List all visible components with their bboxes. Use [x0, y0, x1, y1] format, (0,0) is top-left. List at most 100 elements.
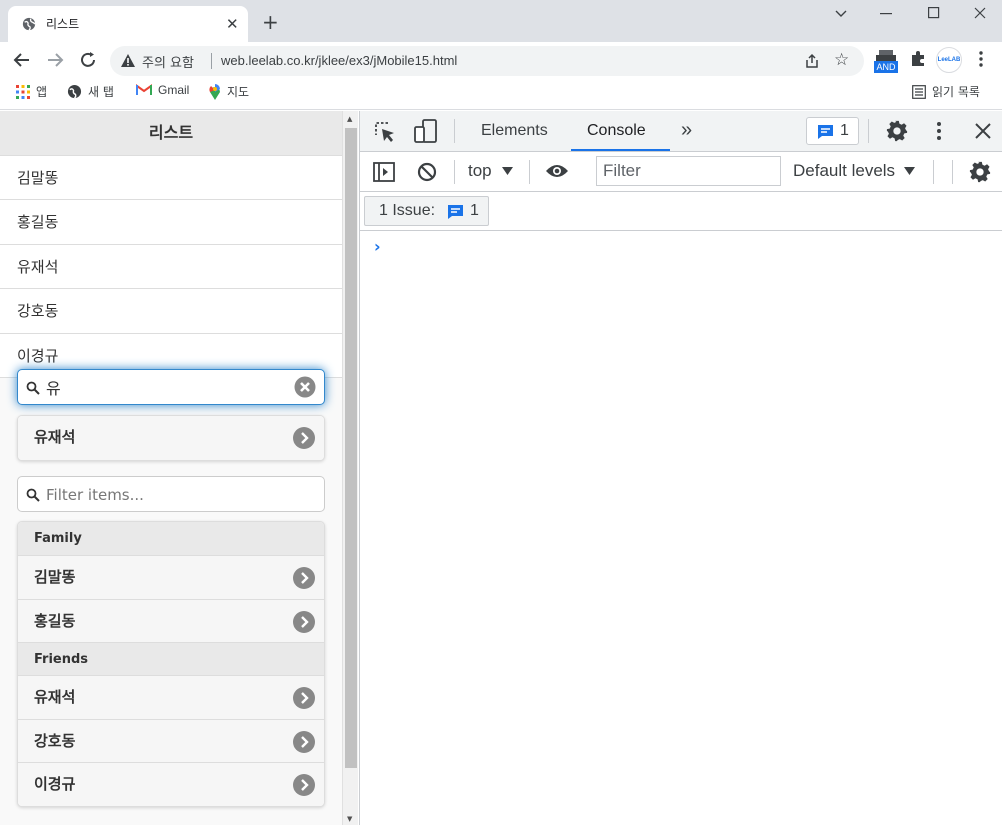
- inspect-element-icon[interactable]: [374, 121, 396, 143]
- close-window-icon[interactable]: [974, 7, 986, 19]
- grouped-list: Family 김말똥 홍길동 Friends 유재석 강호동 이경규: [17, 521, 325, 807]
- list-item[interactable]: 유재석: [18, 675, 324, 719]
- devtools-tabbar: Elements Console » 1: [360, 111, 1002, 152]
- clear-console-icon[interactable]: [417, 162, 437, 182]
- issues-count: 1: [840, 122, 849, 139]
- separator: [868, 119, 869, 143]
- list-divider: Friends: [18, 642, 324, 676]
- list-item[interactable]: 김말똥: [18, 555, 324, 599]
- sidebar-toggle-icon[interactable]: [373, 162, 395, 182]
- new-tab-button[interactable]: +: [262, 12, 279, 32]
- console-filter-input[interactable]: [603, 158, 773, 184]
- log-levels-dropdown[interactable]: Default levels: [793, 161, 916, 181]
- reading-list[interactable]: 읽기 목록: [912, 83, 980, 100]
- console-filter-field[interactable]: [596, 156, 781, 186]
- warning-icon[interactable]: [120, 53, 136, 69]
- issues-counter-button[interactable]: 1: [806, 117, 859, 145]
- bookmark-label: 지도: [227, 85, 250, 99]
- tab-console[interactable]: Console: [587, 122, 646, 140]
- bookmarks-bar: 앱 새 탭 Gmail 지도 읽기 목록: [0, 78, 1002, 110]
- tab-title: 리스트: [46, 17, 80, 31]
- apps-grid-icon: [16, 84, 30, 99]
- message-icon: [818, 125, 833, 139]
- arrow-right-icon: [293, 610, 315, 633]
- and-extension-icon[interactable]: AND: [874, 48, 898, 74]
- list-item-label: 유재석: [34, 428, 76, 446]
- list-item-label: 홍길동: [34, 611, 76, 630]
- share-icon[interactable]: [804, 53, 820, 69]
- extensions-puzzle-icon[interactable]: [909, 50, 927, 68]
- bookmark-label: 새 탭: [88, 85, 114, 99]
- menu-kebab-icon[interactable]: [978, 50, 984, 68]
- plain-list: 김말똥 홍길동 유재석 강호동 이경규: [0, 156, 342, 378]
- bookmark-star-icon[interactable]: ☆: [834, 51, 849, 69]
- filter-field[interactable]: [17, 476, 325, 512]
- device-toolbar-icon[interactable]: [414, 119, 438, 143]
- scroll-down-icon[interactable]: ▼: [347, 815, 352, 823]
- separator: [529, 160, 530, 184]
- list-item[interactable]: 홍길동: [18, 598, 324, 643]
- arrow-right-icon: [293, 774, 315, 797]
- bookmark-apps[interactable]: 앱: [16, 83, 47, 100]
- list-item-label: 유재석: [34, 688, 76, 707]
- scrollbar-thumb[interactable]: [345, 128, 357, 768]
- bookmark-label: 앱: [36, 85, 48, 99]
- tab-elements[interactable]: Elements: [481, 122, 548, 140]
- settings-gear-icon[interactable]: [886, 120, 908, 142]
- list-item[interactable]: 유재석: [0, 244, 342, 290]
- list-item-label: 이경규: [34, 775, 76, 794]
- clear-icon[interactable]: [294, 376, 316, 398]
- issues-button[interactable]: 1 Issue: 1: [364, 196, 489, 226]
- bookmark-gmail[interactable]: Gmail: [136, 83, 189, 97]
- devtools-menu-kebab-icon[interactable]: [936, 121, 942, 141]
- search-input[interactable]: [46, 374, 286, 400]
- filter-input[interactable]: [46, 481, 286, 507]
- list-item[interactable]: 김말똥: [0, 156, 342, 201]
- console-settings-gear-icon[interactable]: [969, 161, 991, 183]
- separator: [933, 160, 934, 184]
- list-item[interactable]: 강호동: [18, 718, 324, 763]
- list-item[interactable]: 이경규: [18, 762, 324, 806]
- address-bar[interactable]: 주의 요함 web.leelab.co.kr/jklee/ex3/jMobile…: [110, 46, 864, 76]
- eye-icon[interactable]: [545, 163, 569, 179]
- arrow-right-icon: [293, 427, 315, 449]
- list-item[interactable]: 강호동: [0, 289, 342, 334]
- page-scrollbar[interactable]: ▲ ▼: [342, 111, 358, 825]
- more-tabs-icon[interactable]: »: [681, 119, 692, 142]
- bookmark-new-tab[interactable]: 새 탭: [67, 83, 114, 100]
- separator: [952, 160, 953, 184]
- minimize-icon[interactable]: [880, 13, 894, 15]
- reload-icon[interactable]: [78, 50, 98, 70]
- tab-search-icon[interactable]: [834, 8, 848, 18]
- close-tab-icon[interactable]: ✕: [226, 15, 239, 33]
- dropdown-arrow-icon: [501, 167, 513, 175]
- gmail-icon: [136, 84, 152, 95]
- security-label[interactable]: 주의 요함: [142, 52, 194, 71]
- close-devtools-icon[interactable]: [975, 123, 991, 139]
- list-item[interactable]: 유재석: [18, 416, 324, 460]
- arrow-right-icon: [293, 687, 315, 710]
- scroll-up-icon[interactable]: ▲: [347, 115, 352, 123]
- globe-icon: [22, 17, 36, 31]
- back-icon[interactable]: [12, 50, 32, 70]
- console-prompt[interactable]: ›: [374, 237, 381, 256]
- levels-label: Default levels: [793, 161, 896, 180]
- list-item[interactable]: 홍길동: [0, 200, 342, 245]
- url-text[interactable]: web.leelab.co.kr/jklee/ex3/jMobile15.htm…: [221, 53, 457, 68]
- tab-strip: 리스트 ✕ +: [0, 0, 1002, 42]
- bookmark-maps[interactable]: 지도: [209, 83, 249, 100]
- devtools-panel: Elements Console » 1 top Default levels: [359, 111, 1002, 825]
- list-item-label: 강호동: [34, 731, 76, 750]
- forward-icon[interactable]: [45, 50, 65, 70]
- context-selector[interactable]: top: [468, 161, 513, 181]
- message-icon: [448, 205, 463, 219]
- maximize-icon[interactable]: [928, 7, 940, 19]
- arrow-right-icon: [293, 567, 315, 589]
- browser-tab[interactable]: 리스트 ✕: [8, 6, 248, 42]
- separator: [454, 119, 455, 143]
- leelab-extension-icon[interactable]: LeeLAB: [936, 47, 962, 73]
- list-divider: Family: [18, 522, 324, 555]
- search-field[interactable]: [17, 369, 325, 405]
- bookmark-label: Gmail: [158, 83, 190, 97]
- globe-icon: [67, 84, 82, 99]
